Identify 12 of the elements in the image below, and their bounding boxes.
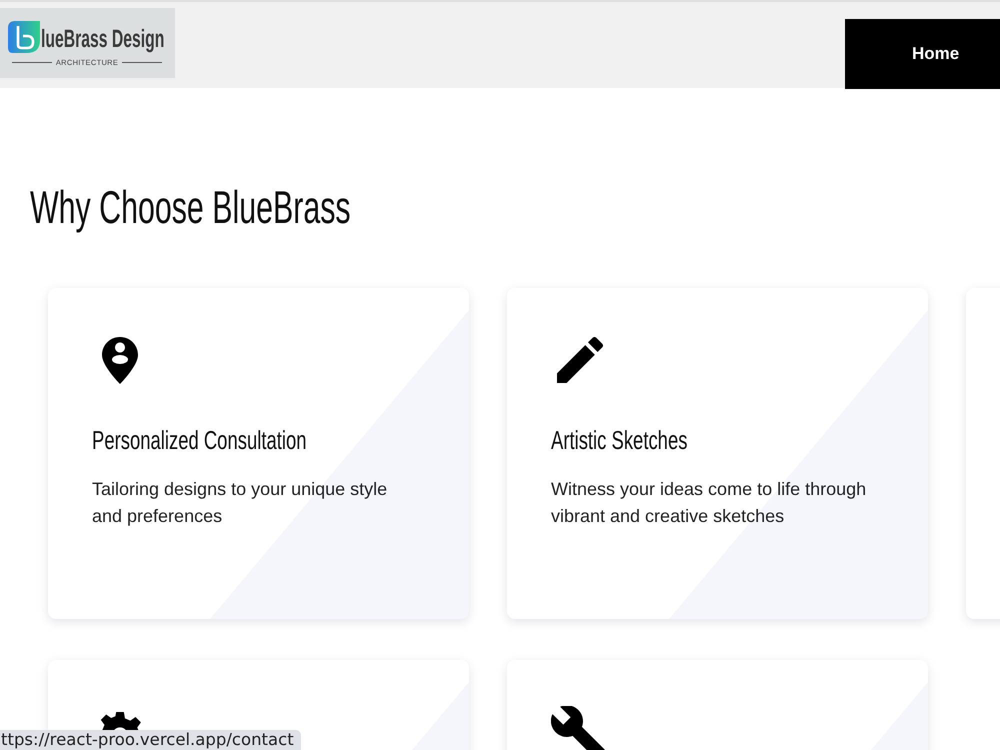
nav-link[interactable]: Home	[845, 19, 1000, 89]
card-title: Personalized Consultation	[92, 427, 306, 453]
person-pin-icon	[102, 337, 138, 384]
card-title: Artistic Sketches	[551, 427, 688, 453]
logo-name: lueBrass Design	[41, 27, 164, 52]
section-title: Why Choose BlueBrass	[30, 184, 351, 230]
logo-icon	[8, 21, 40, 53]
wrench-icon	[551, 706, 605, 750]
card-description: Witness your ideas come to life through vibrant and creative sketches	[551, 478, 868, 528]
card-description: Tailoring designs to your unique style and preferences	[92, 478, 388, 528]
pencil-icon	[557, 337, 603, 383]
status-bar-url: ttps://react-proo.vercel.app/contact	[0, 730, 301, 750]
